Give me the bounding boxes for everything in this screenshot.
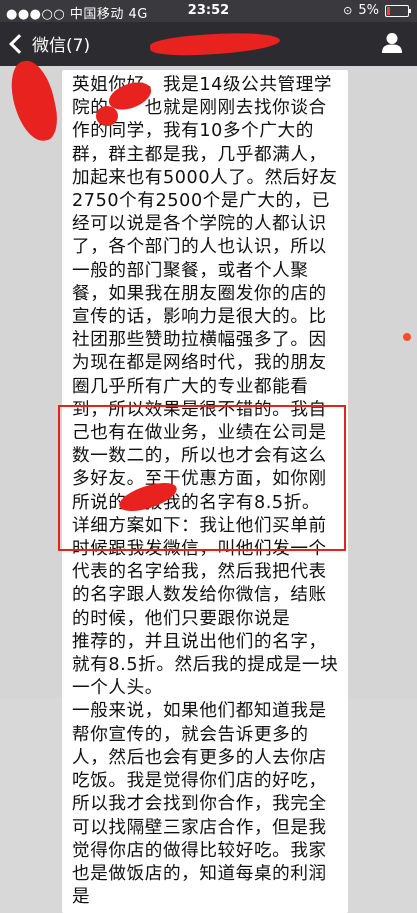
battery-percent: 5% <box>358 3 379 18</box>
avatar-redaction-mark <box>5 56 63 146</box>
rotation-lock-icon: ⊙ <box>343 4 353 17</box>
status-right: ⊙ 5% <box>343 3 411 18</box>
name-redaction-mark-2 <box>96 106 118 126</box>
back-button[interactable]: 微信(7) <box>8 31 90 56</box>
battery-fill <box>387 6 390 15</box>
scroll-indicator-dot <box>403 333 411 341</box>
highlight-box <box>58 405 346 551</box>
person-icon[interactable] <box>381 32 403 54</box>
chat-area[interactable]: 英姐你好，我是14级公共管理学院的 也就是刚刚去找你谈合作的同学，我有10多个广… <box>0 56 417 913</box>
battery-icon <box>385 4 411 17</box>
chevron-left-icon <box>9 33 29 54</box>
nav-bar: 微信(7) <box>0 22 417 66</box>
status-bar: ●●●○○ 中国移动 4G 23:52 ⊙ 5% <box>0 0 417 22</box>
back-label: 微信(7) <box>32 36 91 56</box>
message-paragraph-3: 一般来说，如果他们都知道我是帮你宣传的，就会告诉更多的人，然后也会有更多的人去你… <box>72 701 327 908</box>
title-redaction-mark <box>149 29 281 59</box>
